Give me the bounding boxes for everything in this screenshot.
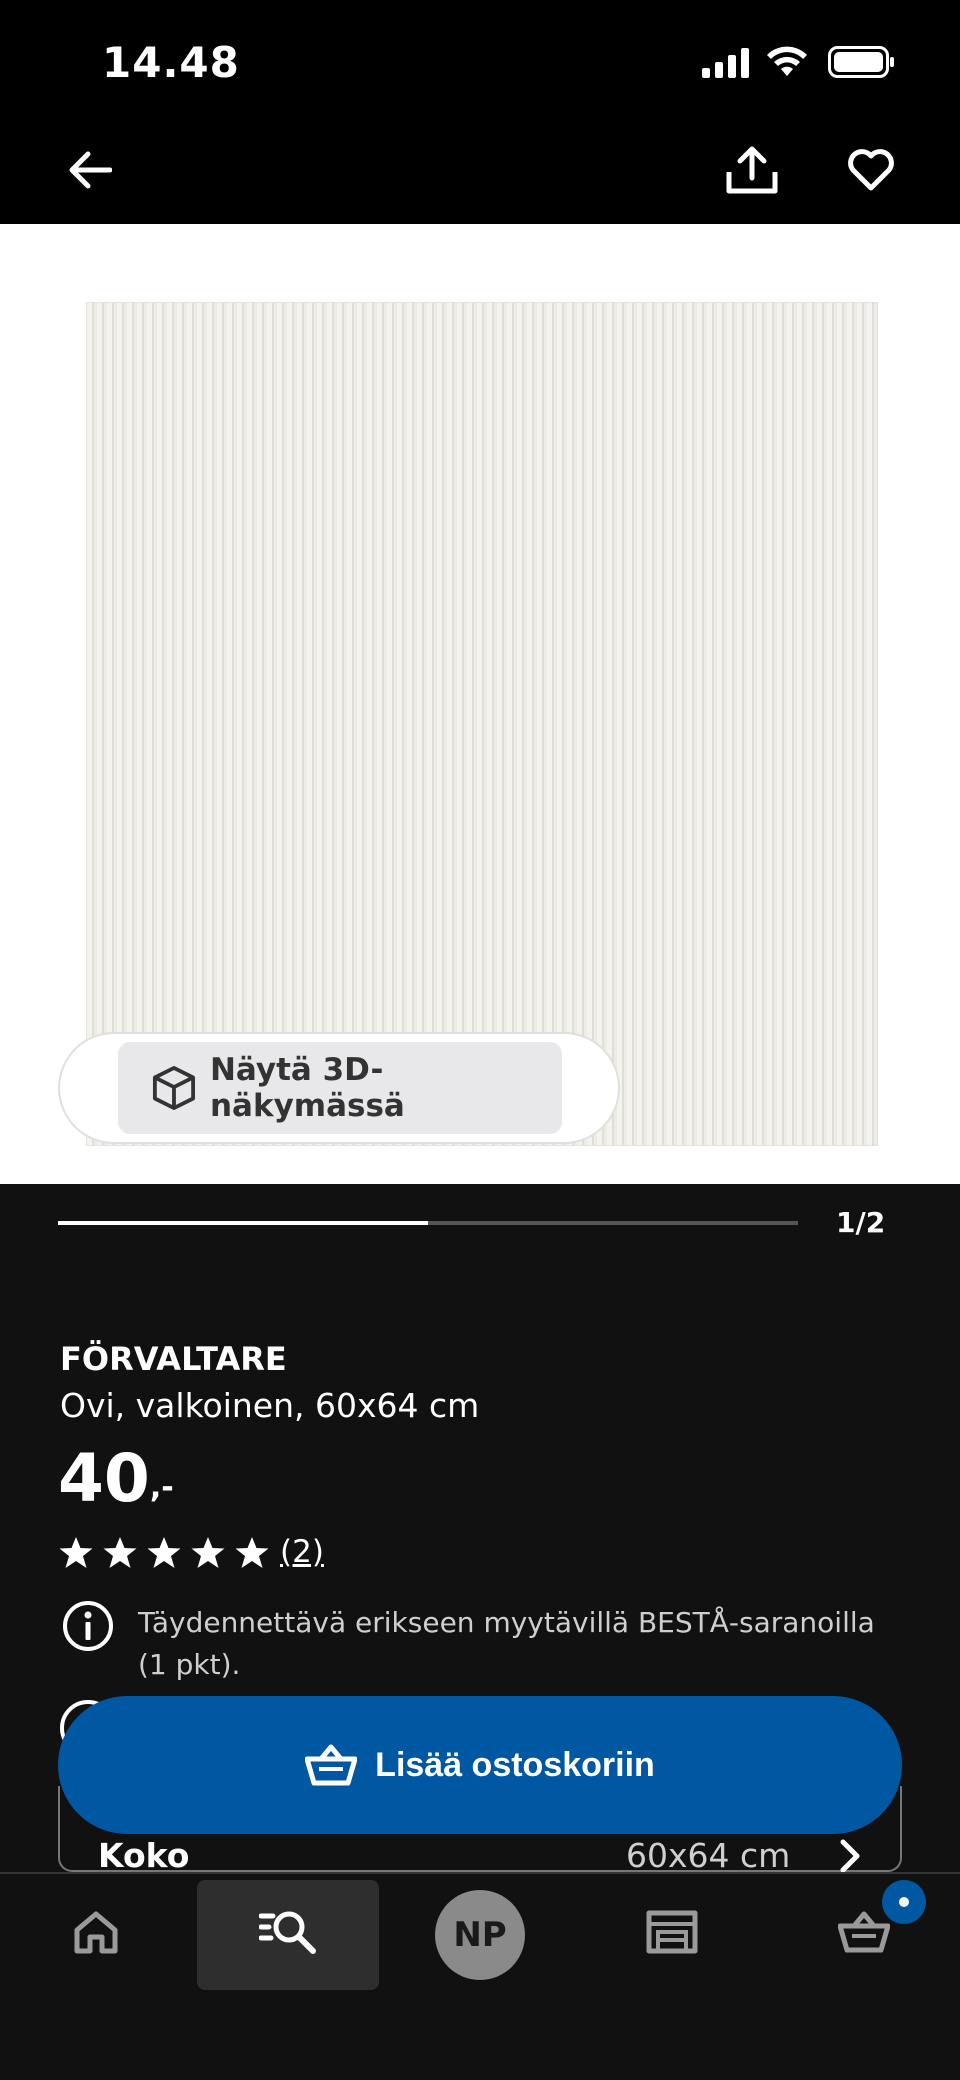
- back-arrow-icon: [69, 151, 112, 189]
- product-description: Ovi, valkoinen, 60x64 cm: [60, 1386, 480, 1425]
- add-to-cart-button[interactable]: Lisää ostoskoriin: [58, 1696, 902, 1834]
- wifi-icon: [767, 46, 807, 76]
- price-suffix: ,-: [149, 1470, 174, 1505]
- star-icon: [147, 1537, 181, 1568]
- star-icon: [103, 1537, 137, 1568]
- product-name: FÖRVALTARE: [60, 1340, 287, 1378]
- star-icon: [235, 1537, 269, 1568]
- battery-icon: [828, 46, 894, 78]
- view-3d-label: Näytä 3D-näkymässä: [209, 1052, 405, 1124]
- product-image[interactable]: [86, 302, 878, 1146]
- chevron-right-icon: [840, 1839, 860, 1873]
- search-icon: [259, 1911, 316, 1954]
- size-label: Koko: [98, 1836, 190, 1875]
- view-3d-button[interactable]: Näytä 3D-näkymässä: [118, 1042, 562, 1134]
- gallery-progress-fill: [58, 1221, 428, 1225]
- favorite-button[interactable]: [842, 140, 900, 200]
- review-count-link[interactable]: (2): [280, 1534, 324, 1570]
- cart-badge: [882, 1880, 926, 1924]
- rating-stars[interactable]: [58, 1536, 270, 1570]
- size-value: 60x64 cm: [626, 1836, 791, 1875]
- nav-store[interactable]: [632, 1900, 712, 1964]
- heart-icon: [848, 149, 894, 191]
- add-to-cart-label: Lisää ostoskoriin: [375, 1745, 655, 1784]
- basket-icon: [305, 1744, 358, 1786]
- cellular-signal-icon: [702, 48, 749, 78]
- profile-avatar[interactable]: NP: [435, 1890, 525, 1980]
- top-navigation: [0, 120, 960, 224]
- star-icon: [59, 1537, 93, 1568]
- cube-icon: [152, 1066, 196, 1110]
- cart-icon: [838, 1911, 890, 1953]
- store-icon: [646, 1910, 698, 1954]
- star-icon: [191, 1537, 225, 1568]
- cart-badge-dot: [899, 1897, 909, 1907]
- share-icon: [726, 146, 778, 194]
- info-icon: [63, 1601, 113, 1651]
- product-price: 40 ,-: [58, 1440, 174, 1517]
- nav-search[interactable]: [248, 1900, 328, 1964]
- price-value: 40: [58, 1440, 150, 1517]
- home-icon: [74, 1911, 118, 1954]
- info-text: Täydennettävä erikseen myytävillä BESTÅ-…: [138, 1606, 875, 1681]
- nav-home[interactable]: [56, 1900, 136, 1964]
- gallery-pager: 1/2: [836, 1206, 886, 1239]
- share-button[interactable]: [722, 140, 782, 200]
- status-time: 14.48: [102, 38, 240, 87]
- back-button[interactable]: [60, 140, 120, 200]
